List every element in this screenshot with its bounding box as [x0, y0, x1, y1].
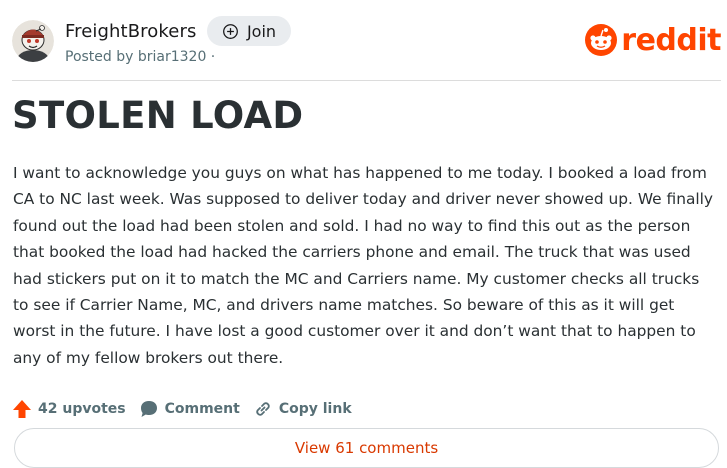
view-comments-button[interactable]: View 61 comments	[14, 428, 719, 468]
subreddit-name[interactable]: FreightBrokers	[65, 21, 196, 42]
join-label: Join	[246, 21, 277, 41]
copy-link-button[interactable]: Copy link	[253, 399, 352, 419]
upvote-button[interactable]: 42 upvotes	[12, 399, 126, 419]
comment-button[interactable]: Comment	[139, 399, 240, 419]
reddit-logo[interactable]: reddit	[585, 20, 721, 60]
post-title: STOLEN LOAD	[12, 94, 304, 137]
upvote-count: 42 upvotes	[38, 401, 126, 417]
post-header: FreightBrokers Join Posted by briar1320 …	[12, 16, 721, 68]
header-divider	[12, 80, 721, 81]
subreddit-avatar[interactable]	[12, 20, 54, 62]
upvote-arrow-icon[interactable]	[12, 399, 32, 419]
plus-circle-icon	[223, 23, 238, 39]
post-body: I want to acknowledge you guys on what h…	[13, 164, 714, 367]
post-actions: 42 upvotes Comment Copy link	[12, 396, 365, 422]
posted-by: Posted by briar1320 ·	[65, 49, 216, 65]
link-icon	[256, 402, 270, 416]
join-button[interactable]: Join	[207, 16, 291, 46]
reddit-wordmark: reddit	[621, 22, 721, 58]
comment-label: Comment	[164, 401, 240, 417]
comment-bubble-icon	[140, 401, 157, 417]
reddit-snoo-icon	[585, 24, 618, 56]
copy-link-label: Copy link	[278, 401, 352, 417]
